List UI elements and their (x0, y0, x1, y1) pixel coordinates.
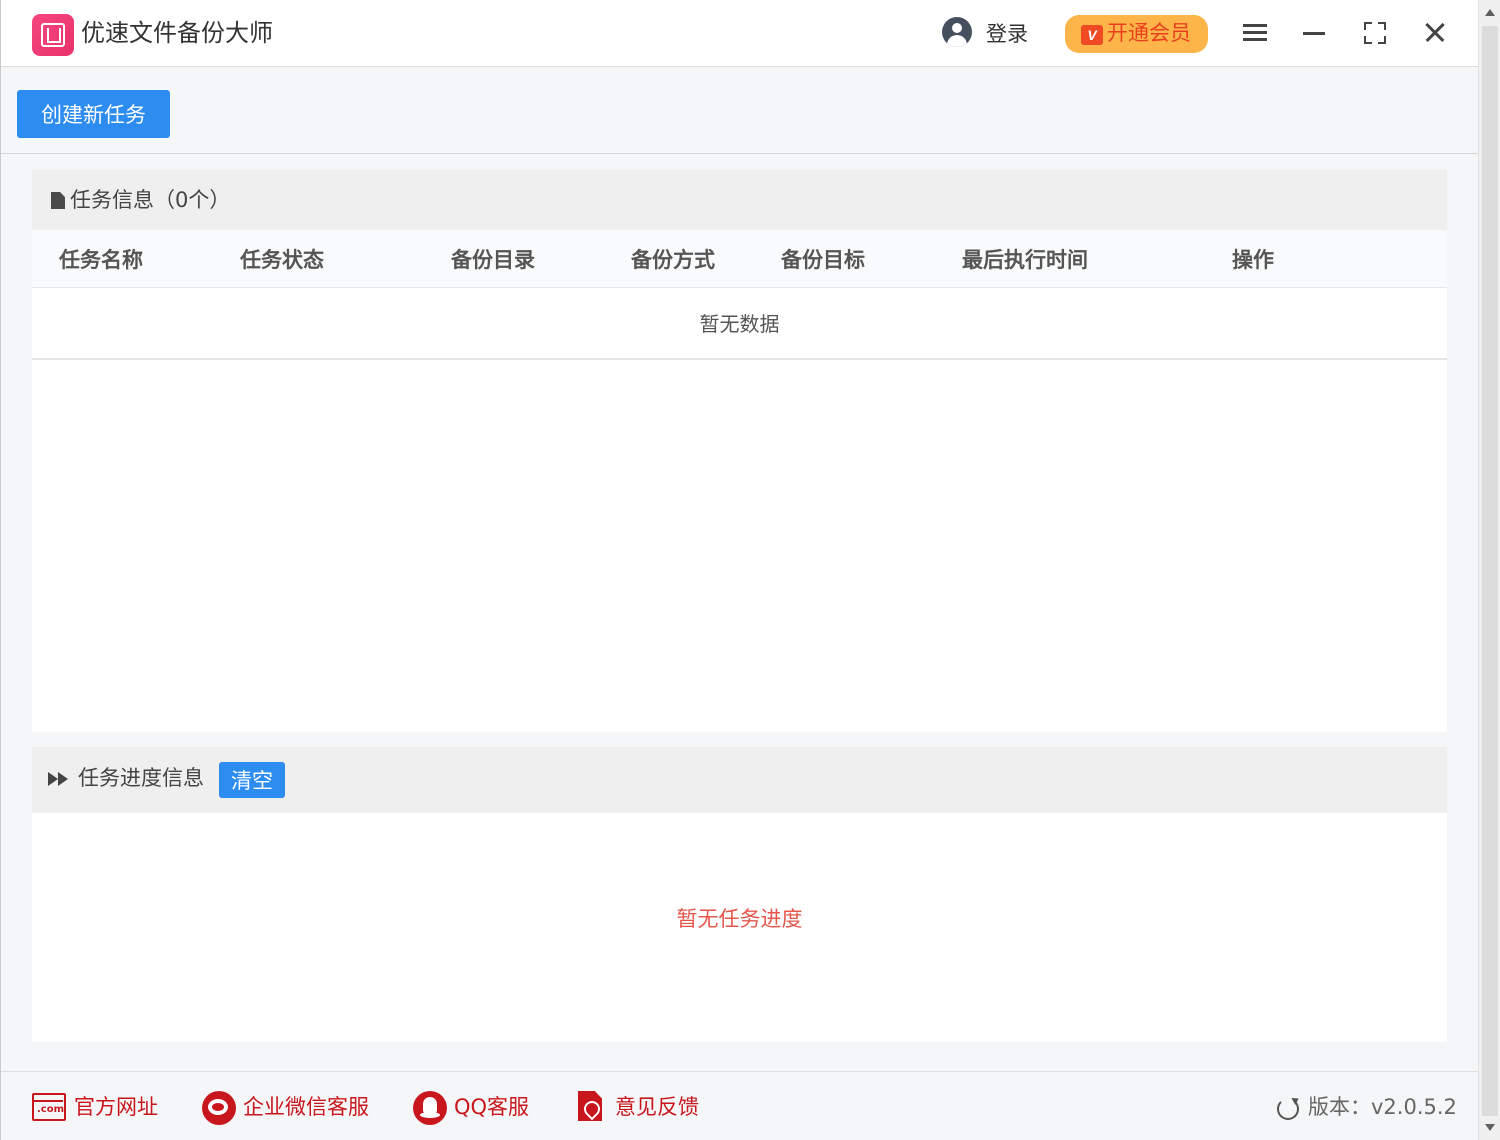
website-icon: .com (32, 1093, 66, 1121)
close-icon[interactable] (1418, 16, 1452, 50)
footer-link-qq-label: QQ客服 (454, 1095, 530, 1119)
create-task-button[interactable]: 创建新任务 (17, 90, 170, 138)
vip-membership-button[interactable]: V 开通会员 (1065, 15, 1208, 53)
column-header-last-run-time: 最后执行时间 (962, 248, 1088, 272)
footer-link-website[interactable]: .com 官方网址 (32, 1091, 162, 1125)
footer-link-wechat[interactable]: 企业微信客服 (202, 1091, 377, 1125)
app-logo-icon (32, 14, 74, 56)
scrollbar-thumb[interactable] (1482, 26, 1498, 1116)
maximize-icon[interactable] (1358, 16, 1392, 50)
menu-icon[interactable] (1238, 16, 1272, 50)
column-header-backup-method: 备份方式 (631, 248, 715, 272)
footer-link-feedback[interactable]: 意见反馈 (578, 1091, 708, 1125)
title-bar: 优速文件备份大师 登录 V 开通会员 (1, 0, 1479, 67)
vertical-scrollbar[interactable] (1478, 0, 1500, 1140)
wechat-icon (202, 1091, 236, 1125)
minimize-icon[interactable] (1298, 16, 1332, 50)
column-header-actions: 操作 (1232, 248, 1274, 272)
version-label: 版本：v2.0.5.2 (1308, 1095, 1457, 1119)
vip-label: 开通会员 (1107, 22, 1191, 45)
app-window: 优速文件备份大师 登录 V 开通会员 创建新任务 任务信息（0个） 任务名称 任… (0, 0, 1479, 1140)
qq-icon (413, 1091, 447, 1125)
task-table-header: 任务名称 任务状态 备份目录 备份方式 备份目标 最后执行时间 操作 (32, 230, 1447, 288)
column-header-backup-target: 备份目标 (781, 248, 865, 272)
task-info-panel: 任务信息（0个） 任务名称 任务状态 备份目录 备份方式 备份目标 最后执行时间… (32, 170, 1447, 732)
website-icon-text: .com (37, 1104, 65, 1115)
clear-progress-button[interactable]: 清空 (219, 762, 285, 798)
footer-link-qq[interactable]: QQ客服 (413, 1091, 538, 1125)
toolbar: 创建新任务 (1, 68, 1479, 154)
column-header-task-name: 任务名称 (59, 248, 143, 272)
column-header-task-status: 任务状态 (240, 248, 324, 272)
footer: .com 官方网址 企业微信客服 QQ客服 意见反馈 版本：v2.0.5.2 (1, 1071, 1479, 1140)
fast-forward-icon (48, 772, 70, 786)
task-info-header: 任务信息（0个） (32, 170, 1447, 230)
task-progress-panel: 任务进度信息 清空 暂无任务进度 (32, 747, 1447, 1042)
task-progress-header: 任务进度信息 清空 (32, 747, 1447, 813)
column-header-backup-dir: 备份目录 (451, 248, 535, 272)
document-icon (51, 192, 65, 209)
vip-icon: V (1081, 25, 1103, 45)
scroll-up-arrow-icon[interactable] (1485, 9, 1495, 16)
table-empty-text: 暂无数据 (699, 312, 780, 336)
login-link[interactable]: 登录 (986, 19, 1028, 49)
progress-empty-text: 暂无任务进度 (676, 907, 803, 931)
footer-link-website-label: 官方网址 (74, 1095, 158, 1119)
footer-link-wechat-label: 企业微信客服 (243, 1095, 369, 1119)
feedback-pdf-icon (578, 1091, 602, 1121)
app-title: 优速文件备份大师 (81, 19, 273, 47)
table-empty-row: 暂无数据 (32, 288, 1447, 360)
scroll-down-arrow-icon[interactable] (1485, 1124, 1495, 1131)
task-info-title: 任务信息（0个） (70, 188, 231, 212)
refresh-icon (1277, 1098, 1299, 1120)
task-progress-title: 任务进度信息 (78, 766, 204, 790)
user-avatar-icon[interactable] (942, 17, 972, 47)
footer-link-feedback-label: 意见反馈 (615, 1095, 699, 1119)
